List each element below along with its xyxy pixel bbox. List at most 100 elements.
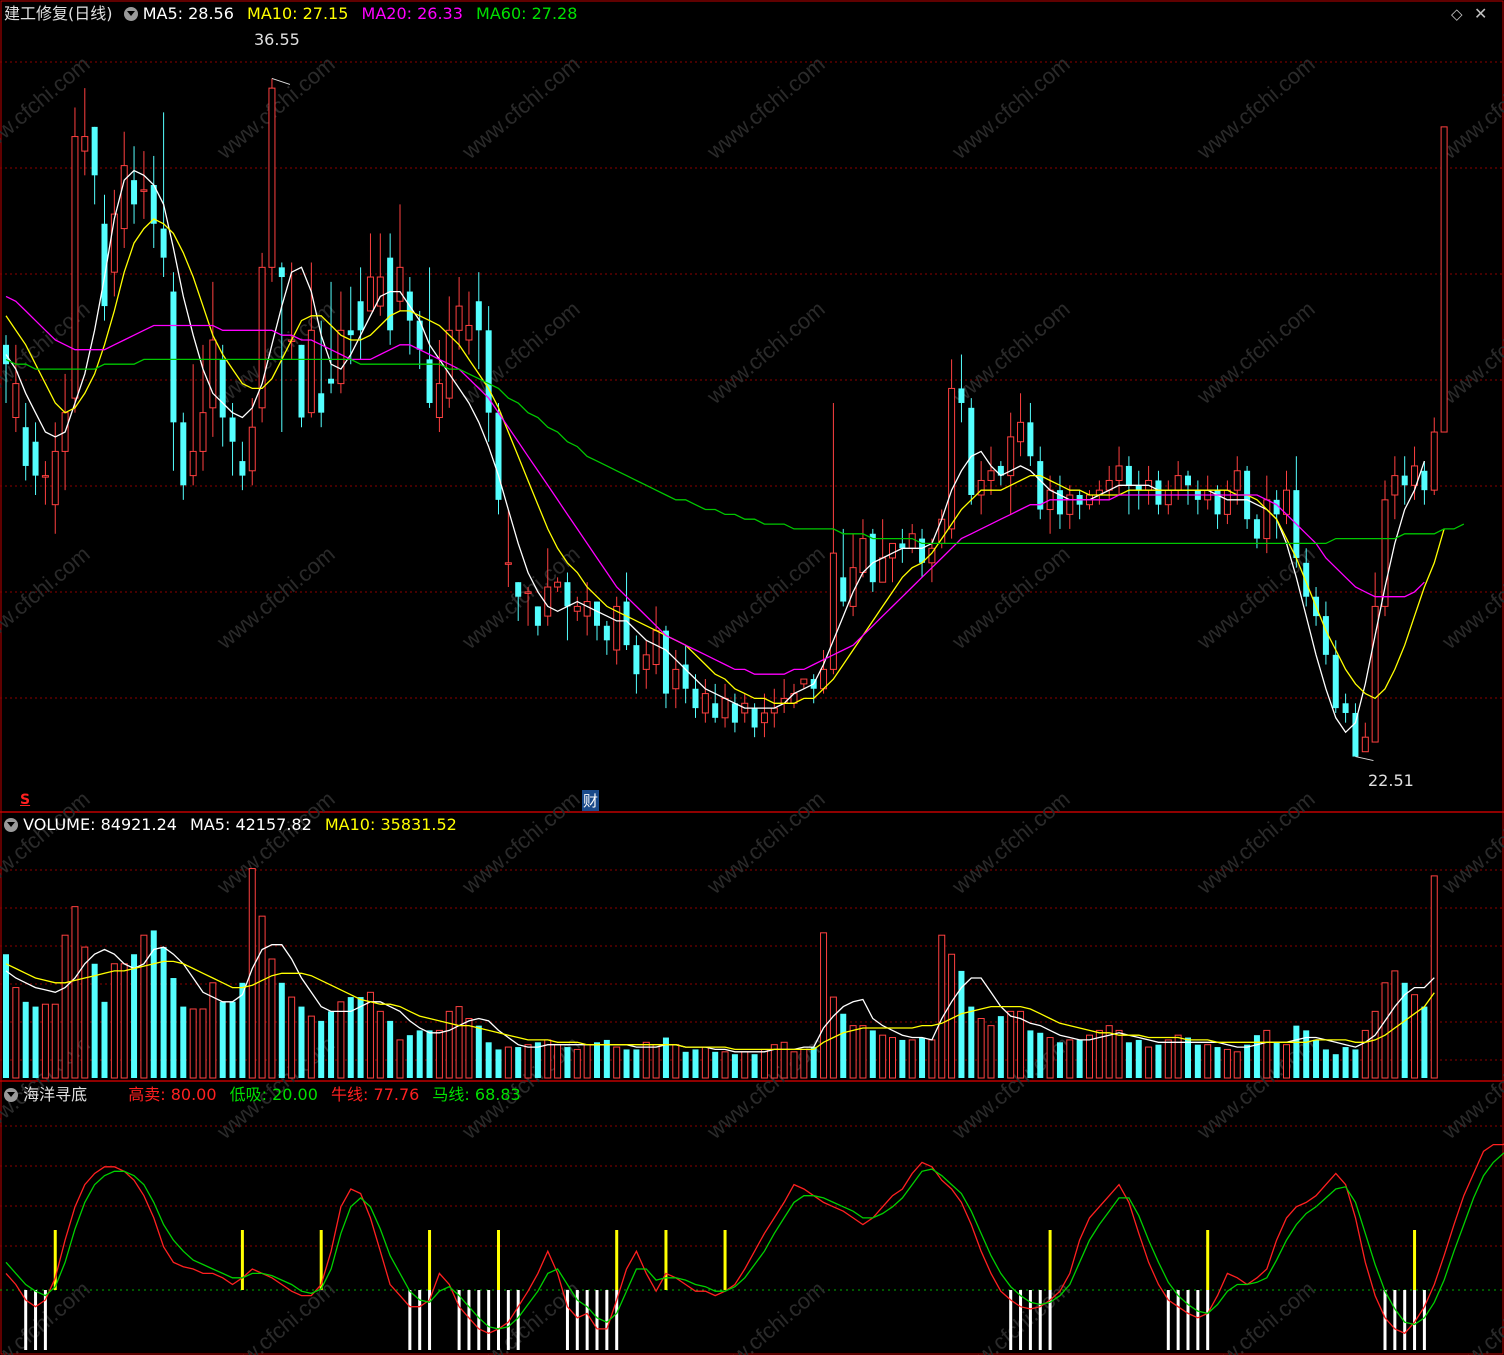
volume-bar: [1293, 1025, 1300, 1078]
candle-body: [495, 412, 502, 500]
candle-body: [455, 305, 463, 331]
volume-bar: [938, 934, 946, 1079]
candle-body: [731, 703, 738, 723]
volume-bar: [180, 1006, 187, 1078]
ma5-label: MA5:: [142, 4, 184, 23]
niu-value: 77.76: [373, 1085, 420, 1104]
watermark-text: www.cfchi.com: [701, 1276, 829, 1355]
volume-bar: [800, 1048, 808, 1079]
candle-body: [12, 383, 20, 418]
volume-bar: [751, 1054, 758, 1078]
candle-body: [199, 412, 207, 452]
watermark-text: www.cfchi.com: [701, 296, 829, 409]
volume-bar: [731, 1054, 738, 1078]
watermark-text: www.cfchi.com: [456, 786, 584, 899]
candle-body: [1283, 489, 1290, 515]
outer-border: [0, 0, 1504, 1355]
candlestick-series: [3, 78, 1448, 757]
volume-bar: [1313, 1039, 1320, 1078]
volume-bar: [928, 1039, 936, 1079]
candle-body: [426, 359, 433, 403]
candle-body: [899, 543, 906, 549]
gaomai-label: 高卖:: [128, 1085, 166, 1104]
ma10-label: MA10:: [247, 4, 298, 23]
volume-bar: [1371, 1010, 1379, 1079]
volume-bar: [1263, 1029, 1271, 1079]
candle-body: [1361, 736, 1369, 753]
ma5-value: 28.56: [188, 4, 234, 23]
candle-body: [318, 393, 325, 413]
volume-label: VOLUME:: [23, 815, 96, 834]
candle-body: [1421, 470, 1428, 491]
watermark-text: www.cfchi.com: [211, 786, 339, 899]
stock-chart-window: { "colors": { "up": "#ff4040", "down": "…: [0, 0, 1504, 1355]
volume-bar: [987, 1025, 995, 1079]
s-marker[interactable]: S: [20, 792, 30, 808]
volume-bar: [475, 1025, 482, 1078]
candle-body: [1332, 654, 1339, 709]
volume-bar: [1244, 1044, 1251, 1078]
watermark-text: www.cfchi.com: [1436, 1031, 1504, 1144]
volume-bar: [1135, 1039, 1142, 1078]
volume-bar: [583, 1044, 591, 1079]
candle-body: [110, 213, 118, 273]
watermark-text: www.cfchi.com: [701, 51, 829, 164]
volume-bar: [278, 982, 285, 1078]
volume-bar: [1332, 1054, 1339, 1078]
candle-body: [209, 339, 217, 409]
volume-bar: [1017, 1010, 1025, 1079]
candle-body: [347, 330, 354, 336]
dropdown-circle-icon[interactable]: [4, 818, 18, 832]
candle-body: [840, 577, 847, 602]
candle-body: [1164, 489, 1172, 506]
volume-bar: [780, 1041, 788, 1079]
dropdown-circle-icon[interactable]: [4, 1088, 18, 1102]
volume-bar: [1273, 1042, 1280, 1078]
candle-body: [1037, 461, 1044, 510]
ma-label: 马线:: [432, 1085, 470, 1104]
candle-body: [534, 606, 541, 626]
dropdown-circle-icon[interactable]: [123, 7, 138, 21]
candle-body: [120, 165, 128, 230]
watermark-text: www.cfchi.com: [701, 541, 829, 654]
candle-body: [987, 470, 995, 481]
volume-bar: [1155, 1044, 1162, 1078]
volume-bar: [652, 1044, 660, 1079]
candle-body: [1135, 485, 1142, 491]
candle-body: [1027, 422, 1034, 457]
candle-body: [1185, 475, 1191, 486]
volume-bar: [682, 1051, 689, 1078]
candle-body: [692, 688, 699, 709]
close-icon[interactable]: ✕: [1474, 4, 1487, 23]
finance-marker[interactable]: 财: [582, 790, 600, 811]
volume-bar: [239, 982, 246, 1078]
watermark: www.cfchi.com www.cfchi.com www.cfchi.com w…: [0, 51, 1504, 1355]
candle-body: [189, 450, 197, 477]
low-pointer: [1355, 756, 1374, 762]
candle-body: [760, 712, 768, 724]
candle-body: [131, 180, 138, 205]
candle-body: [91, 126, 98, 176]
volume-bar: [1145, 1046, 1153, 1079]
volume-bar: [328, 1011, 335, 1078]
volume-bar: [1253, 1035, 1260, 1078]
candle-body: [603, 625, 610, 641]
watermark-text: www.cfchi.com: [946, 786, 1074, 899]
volume-bar: [170, 978, 177, 1078]
candle-body: [81, 136, 89, 152]
vol-ma10-value: 35831.52: [380, 815, 457, 834]
diamond-icon[interactable]: ◇: [1451, 5, 1463, 23]
volume-bar: [613, 1046, 621, 1079]
volume-bar: [258, 915, 266, 1079]
volume-bar: [219, 1001, 226, 1078]
volume-bar: [91, 963, 98, 1078]
watermark-text: www.cfchi.com: [1191, 1276, 1319, 1355]
volume-bar: [662, 1037, 669, 1078]
candle-body: [751, 708, 758, 728]
volume-bar: [1421, 1006, 1428, 1078]
niu-label: 牛线:: [331, 1085, 369, 1104]
watermark-text: www.cfchi.com: [456, 296, 584, 409]
low-price-label: 22.51: [1368, 771, 1414, 790]
candle-body: [968, 407, 975, 495]
ma10-value: 27.15: [302, 4, 349, 23]
